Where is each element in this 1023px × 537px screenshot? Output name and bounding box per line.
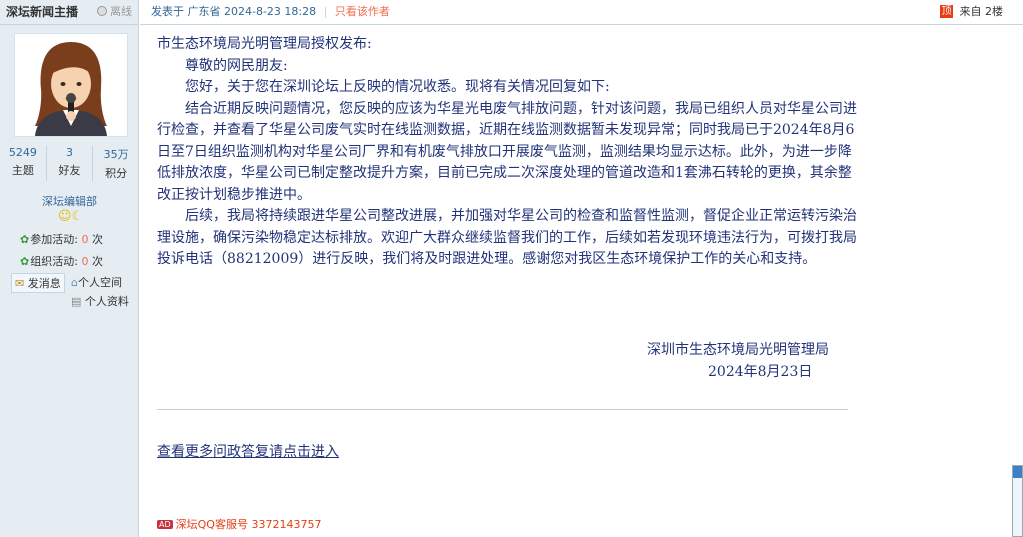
- activity-joined-count: 0: [81, 233, 89, 246]
- moon-icon: ☾: [71, 209, 84, 224]
- rank-icons: ☺☾: [58, 209, 83, 224]
- post-body: 市生态环境局光明管理局授权发布: 尊敬的网民朋友: 您好，关于您在深圳论坛上反映…: [157, 34, 857, 271]
- avatar-image: [35, 42, 107, 136]
- stat-friends-value: 3: [66, 146, 73, 159]
- document-icon: ▤: [71, 295, 82, 308]
- qq-service: AD 深坛QQ客服号 3372143757: [157, 516, 321, 532]
- personal-space-link[interactable]: ⌂个人空间: [71, 274, 122, 290]
- sun-icon: ☺: [58, 209, 72, 224]
- send-message-button[interactable]: ✉ 发消息: [11, 273, 65, 293]
- stat-topics[interactable]: 5249 主题: [0, 146, 47, 181]
- activity-joined-label: 参加活动:: [30, 233, 78, 246]
- author-sidebar: 深坛新闻主播 离线 5249 主题 3 好友 35万 积分 深坛编辑部 ☺☾ ✿…: [0, 0, 139, 537]
- floor-indicator: 顶 来自 2楼: [940, 0, 1003, 24]
- activity-organized-label: 组织活动:: [30, 255, 78, 268]
- author-stats: 5249 主题 3 好友 35万 积分: [0, 146, 139, 181]
- offline-icon: [97, 6, 107, 16]
- post-paragraph-greeting: 尊敬的网民朋友:: [185, 57, 288, 74]
- send-message-label: 发消息: [27, 277, 61, 290]
- online-status: 离线: [97, 0, 132, 24]
- home-icon: ⌂: [71, 276, 78, 289]
- side-float-button[interactable]: [1012, 465, 1023, 537]
- leaf-icon: ✿: [20, 233, 30, 246]
- personal-info-label: 个人资料: [84, 295, 129, 308]
- stat-points-label: 积分: [105, 167, 128, 180]
- post-paragraph-findings: 结合近期反映问题情况，您反映的应该为华星光电废气排放问题，针对该问题，我局已组织…: [157, 100, 857, 203]
- activity-organized-unit: 次: [91, 255, 103, 268]
- author-name[interactable]: 深坛新闻主播: [6, 5, 78, 19]
- post-paragraph-intro: 您好，关于您在深圳论坛上反映的情况收悉。现将有关情况回复如下:: [185, 79, 610, 95]
- stat-points-value: 35万: [103, 148, 129, 161]
- user-group[interactable]: 深坛编辑部: [0, 193, 139, 209]
- personal-space-label: 个人空间: [77, 276, 122, 289]
- post-date: 2024年8月23日: [708, 364, 813, 380]
- envelope-icon: ✉: [15, 277, 25, 290]
- activity-joined: ✿参加活动: 0 次: [20, 231, 103, 247]
- top-badge-icon[interactable]: 顶: [940, 5, 953, 18]
- post-paragraph-followup: 后续，我局将持续跟进华星公司整改进展，并加强对华星公司的检查和监督性监测，督促企…: [157, 208, 857, 267]
- floor-label: 来自 2楼: [959, 5, 1004, 18]
- post-meta-bar: 发表于 广东省 2024-8-23 18:28 | 只看该作者 顶 来自 2楼: [140, 0, 1023, 25]
- stat-topics-value: 5249: [8, 146, 37, 159]
- leaf-icon: ✿: [20, 255, 30, 268]
- avatar[interactable]: [14, 33, 128, 137]
- meta-separator: |: [323, 5, 328, 18]
- personal-info-link[interactable]: ▤ 个人资料: [71, 293, 129, 309]
- only-author-link[interactable]: 只看该作者: [335, 5, 390, 18]
- content-divider: [157, 409, 848, 410]
- float-icon: [1013, 466, 1022, 478]
- author-header: 深坛新闻主播 离线: [0, 0, 138, 25]
- stat-topics-label: 主题: [11, 164, 34, 177]
- online-status-label: 离线: [110, 5, 132, 18]
- post-timestamp: 发表于 广东省 2024-8-23 18:28: [151, 5, 317, 18]
- qq-service-text[interactable]: 深坛QQ客服号 3372143757: [176, 518, 322, 531]
- activity-organized-count: 0: [81, 255, 89, 268]
- activity-joined-unit: 次: [91, 233, 103, 246]
- ad-icon: AD: [157, 520, 173, 529]
- activity-organized: ✿组织活动: 0 次: [20, 253, 103, 269]
- stat-friends-label: 好友: [58, 164, 81, 177]
- more-replies-link[interactable]: 查看更多问政答复请点击进入: [157, 441, 339, 461]
- post-paragraph-issuer: 市生态环境局光明管理局授权发布:: [157, 36, 372, 52]
- stat-points[interactable]: 35万 积分: [93, 146, 139, 181]
- post-signature: 深圳市生态环境局光明管理局: [647, 342, 829, 358]
- post-meta: 发表于 广东省 2024-8-23 18:28 | 只看该作者: [151, 0, 390, 24]
- stat-friends[interactable]: 3 好友: [47, 146, 94, 181]
